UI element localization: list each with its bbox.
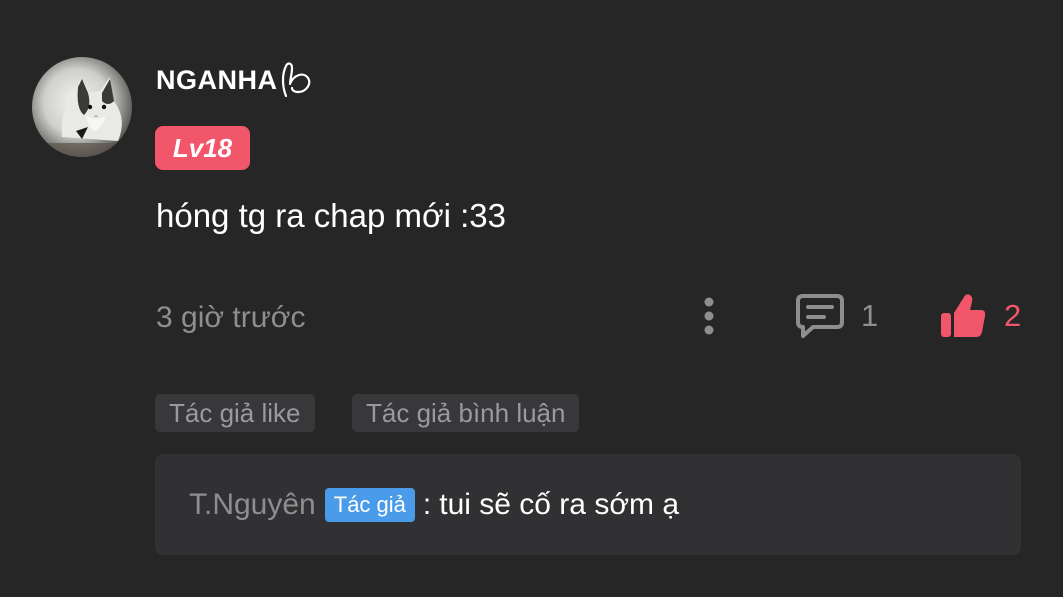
reply-count: 1 <box>861 298 879 333</box>
comment-bubble-icon <box>796 294 844 338</box>
reply-separator: : <box>422 487 432 521</box>
author-badge: Tác giả <box>324 487 415 522</box>
cat-avatar-icon <box>32 57 132 157</box>
more-options-button[interactable] <box>694 292 724 340</box>
more-vertical-icon <box>704 297 714 335</box>
reply-button[interactable]: 1 <box>795 290 878 342</box>
like-button[interactable]: 2 <box>938 288 1021 344</box>
username-text: NGANHA <box>156 64 278 95</box>
level-badge: Lv18 <box>155 126 250 170</box>
author-reply-box[interactable]: T.Nguyên Tác giả : tui sẽ cố ra sớm ạ <box>155 454 1021 555</box>
username[interactable]: NGANHA <box>156 60 318 100</box>
author-like-tag: Tác giả like <box>155 394 315 432</box>
user-avatar[interactable] <box>32 57 132 157</box>
comment-card: NGANHA Lv18 hóng tg ra chap mới :33 3 gi… <box>0 0 1063 597</box>
like-count: 2 <box>1004 298 1022 333</box>
author-comment-tag: Tác giả bình luận <box>352 394 580 432</box>
reply-author-name[interactable]: T.Nguyên <box>189 488 316 522</box>
hand-heart-doodle-icon <box>281 62 310 98</box>
reply-text: tui sẽ cố ra sớm ạ <box>439 487 680 521</box>
thumbs-up-icon <box>941 294 986 337</box>
comment-timestamp: 3 giờ trước <box>156 301 306 334</box>
comment-text: hóng tg ra chap mới :33 <box>156 197 507 234</box>
